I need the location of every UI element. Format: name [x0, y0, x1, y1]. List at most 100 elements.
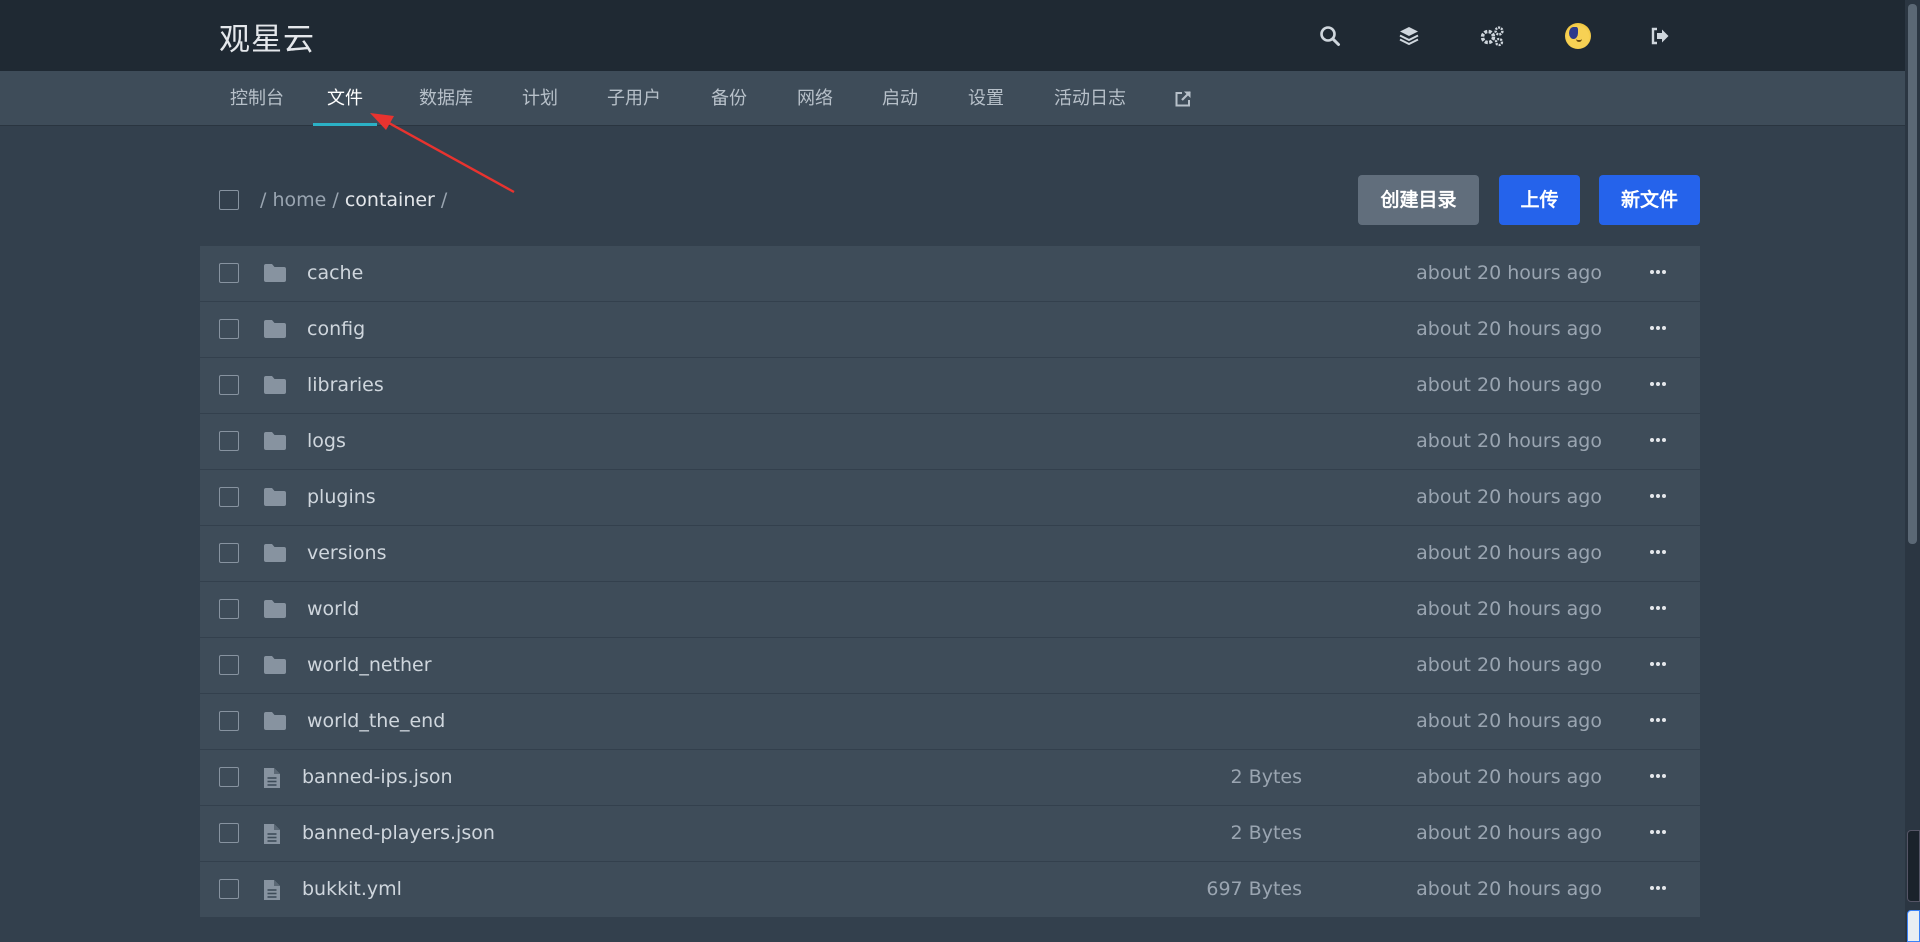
tab-schedules[interactable]: 计划	[521, 71, 559, 126]
file-row[interactable]: logs about 20 hours ago	[200, 414, 1700, 469]
breadcrumb-toolbar: / home / container / 创建目录 上传 新文件	[200, 175, 1700, 227]
more-options-icon[interactable]	[1646, 372, 1670, 396]
file-row[interactable]: banned-players.json 2 Bytes about 20 hours…	[200, 806, 1700, 861]
new-file-button[interactable]: 新文件	[1599, 175, 1700, 225]
tab-console[interactable]: 控制台	[229, 71, 285, 126]
file-modified: about 20 hours ago	[1416, 598, 1602, 620]
more-options-icon[interactable]	[1646, 596, 1670, 620]
row-checkbox[interactable]	[219, 767, 239, 787]
file-modified: about 20 hours ago	[1416, 262, 1602, 284]
file-row[interactable]: world about 20 hours ago	[200, 582, 1700, 637]
more-options-icon[interactable]	[1646, 540, 1670, 564]
folder-icon	[263, 599, 287, 621]
tab-startup[interactable]: 启动	[881, 71, 919, 126]
side-widget-tab[interactable]	[1907, 910, 1920, 942]
more-options-icon[interactable]	[1646, 484, 1670, 508]
file-row[interactable]: libraries about 20 hours ago	[200, 358, 1700, 413]
breadcrumb-separator: /	[260, 189, 267, 211]
file-size: 697 Bytes	[1206, 878, 1302, 900]
file-row[interactable]: versions about 20 hours ago	[200, 526, 1700, 581]
tab-settings[interactable]: 设置	[967, 71, 1005, 126]
top-bar: 观星云	[0, 0, 1920, 71]
row-checkbox[interactable]	[219, 655, 239, 675]
breadcrumb-home[interactable]: home	[272, 189, 326, 211]
file-name[interactable]: world_nether	[307, 654, 432, 676]
file-modified: about 20 hours ago	[1416, 486, 1602, 508]
file-row[interactable]: bukkit.yml 697 Bytes about 20 hours ago	[200, 862, 1700, 917]
tab-databases[interactable]: 数据库	[418, 71, 474, 126]
more-options-icon[interactable]	[1646, 876, 1670, 900]
file-list: cache about 20 hours ago config about 20 ho…	[200, 246, 1700, 918]
create-directory-button[interactable]: 创建目录	[1358, 175, 1479, 225]
more-options-icon[interactable]	[1646, 820, 1670, 844]
more-options-icon[interactable]	[1646, 764, 1670, 788]
sign-out-icon[interactable]	[1644, 20, 1676, 52]
avatar[interactable]	[1562, 20, 1594, 52]
file-row[interactable]: cache about 20 hours ago	[200, 246, 1700, 301]
folder-icon	[263, 263, 287, 285]
file-row[interactable]: world_the_end about 20 hours ago	[200, 694, 1700, 749]
tab-network[interactable]: 网络	[796, 71, 834, 126]
more-options-icon[interactable]	[1646, 652, 1670, 676]
folder-icon	[263, 319, 287, 341]
row-checkbox[interactable]	[219, 375, 239, 395]
breadcrumb-container[interactable]: container	[345, 189, 435, 211]
row-checkbox[interactable]	[219, 543, 239, 563]
file-name[interactable]: world	[307, 598, 359, 620]
breadcrumb-separator: /	[440, 189, 448, 211]
sub-navigation: 控制台 文件 数据库 计划 子用户 备份 网络 启动 设置 活动日志	[0, 71, 1920, 126]
file-name[interactable]: cache	[307, 262, 363, 284]
file-name[interactable]: banned-ips.json	[302, 766, 453, 788]
breadcrumb: / home / container /	[260, 189, 447, 211]
external-link-icon[interactable]	[1173, 89, 1193, 109]
more-options-icon[interactable]	[1646, 428, 1670, 452]
avatar-image	[1565, 23, 1591, 49]
scrollbar-thumb[interactable]	[1908, 4, 1917, 544]
folder-icon	[263, 543, 287, 565]
folder-icon	[263, 487, 287, 509]
file-row[interactable]: plugins about 20 hours ago	[200, 470, 1700, 525]
row-checkbox[interactable]	[219, 823, 239, 843]
file-name[interactable]: plugins	[307, 486, 376, 508]
side-widget[interactable]	[1907, 830, 1920, 902]
select-all-checkbox[interactable]	[219, 190, 239, 210]
file-name[interactable]: logs	[307, 430, 346, 452]
row-checkbox[interactable]	[219, 487, 239, 507]
file-row[interactable]: config about 20 hours ago	[200, 302, 1700, 357]
more-options-icon[interactable]	[1646, 316, 1670, 340]
tab-activity-log[interactable]: 活动日志	[1053, 71, 1127, 126]
more-options-icon[interactable]	[1646, 260, 1670, 284]
row-checkbox[interactable]	[219, 599, 239, 619]
cogs-icon[interactable]	[1476, 20, 1508, 52]
file-name[interactable]: bukkit.yml	[302, 878, 402, 900]
file-icon	[263, 767, 287, 789]
file-modified: about 20 hours ago	[1416, 766, 1602, 788]
upload-button[interactable]: 上传	[1499, 175, 1580, 225]
tab-subusers[interactable]: 子用户	[606, 71, 662, 126]
file-modified: about 20 hours ago	[1416, 430, 1602, 452]
breadcrumb-separator: /	[332, 189, 339, 211]
file-name[interactable]: banned-players.json	[302, 822, 495, 844]
brand-logo-text[interactable]: 观星云	[219, 14, 315, 59]
tab-backups[interactable]: 备份	[710, 71, 748, 126]
folder-icon	[263, 375, 287, 397]
row-checkbox[interactable]	[219, 431, 239, 451]
layers-icon[interactable]	[1393, 20, 1425, 52]
file-row[interactable]: world_nether about 20 hours ago	[200, 638, 1700, 693]
search-icon[interactable]	[1314, 20, 1346, 52]
file-name[interactable]: config	[307, 318, 365, 340]
page-scrollbar[interactable]	[1905, 0, 1920, 942]
file-modified: about 20 hours ago	[1416, 654, 1602, 676]
file-name[interactable]: versions	[307, 542, 387, 564]
more-options-icon[interactable]	[1646, 708, 1670, 732]
file-name[interactable]: world_the_end	[307, 710, 445, 732]
file-modified: about 20 hours ago	[1416, 878, 1602, 900]
tab-files[interactable]: 文件	[313, 71, 377, 126]
file-row[interactable]: banned-ips.json 2 Bytes about 20 hours ago	[200, 750, 1700, 805]
file-size: 2 Bytes	[1230, 822, 1302, 844]
row-checkbox[interactable]	[219, 263, 239, 283]
row-checkbox[interactable]	[219, 711, 239, 731]
file-name[interactable]: libraries	[307, 374, 384, 396]
row-checkbox[interactable]	[219, 319, 239, 339]
row-checkbox[interactable]	[219, 879, 239, 899]
